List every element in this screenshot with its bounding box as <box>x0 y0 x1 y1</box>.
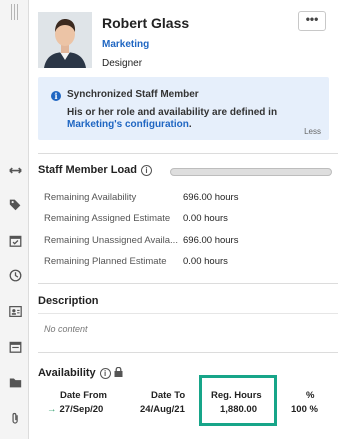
description-title: Description <box>38 295 99 307</box>
department-link[interactable]: Marketing <box>102 39 149 50</box>
info-title: Synchronized Staff Member <box>67 89 199 100</box>
load-row-label: Remaining Assigned Estimate <box>44 213 171 224</box>
calendar-icon[interactable] <box>7 338 23 354</box>
help-icon[interactable]: i <box>141 165 153 176</box>
staff-name: Robert Glass <box>102 15 190 31</box>
load-row-value: 0.00 hours <box>183 213 228 224</box>
avatar <box>38 12 92 68</box>
role-label: Designer <box>102 58 143 69</box>
availability-heading: Availability i <box>38 366 123 380</box>
arrow-right-icon: → <box>47 404 57 415</box>
load-row-label: Remaining Availability <box>44 192 137 203</box>
tag-icon[interactable] <box>7 196 23 212</box>
help-icon[interactable]: i <box>99 368 111 379</box>
load-row-value: 0.00 hours <box>183 256 228 267</box>
lock-icon <box>114 366 123 380</box>
divider <box>38 153 338 154</box>
staff-load-heading: Staff Member Load i <box>38 164 153 176</box>
less-toggle[interactable]: Less <box>304 127 321 136</box>
staff-load-title: Staff Member Load <box>38 164 138 176</box>
drag-handle-icon[interactable] <box>10 4 20 20</box>
calendar-check-icon[interactable] <box>7 232 23 248</box>
info-icon: i <box>51 91 61 101</box>
info-message-suffix: . <box>188 119 192 130</box>
load-row-label: Remaining Planned Estimate <box>44 256 167 267</box>
left-toolbar <box>0 0 29 439</box>
synchronized-info-banner: i Synchronized Staff Member His or her r… <box>38 77 329 140</box>
date-from-value: 27/Sep/20 <box>59 404 104 415</box>
load-progress-bar <box>170 168 332 176</box>
contact-card-icon[interactable] <box>7 303 23 319</box>
load-row-label: Remaining Unassigned Availa... <box>44 235 178 246</box>
paperclip-icon[interactable] <box>7 410 23 426</box>
column-percent: % <box>306 390 315 401</box>
divider <box>38 283 338 284</box>
column-date-from: Date From <box>60 390 107 401</box>
load-row-value: 696.00 hours <box>183 192 239 203</box>
date-to-value: 24/Aug/21 <box>140 404 185 415</box>
resize-handle-icon[interactable] <box>7 162 23 178</box>
column-date-to: Date To <box>151 390 186 401</box>
divider <box>38 313 338 314</box>
description-content: No content <box>44 324 88 334</box>
more-options-button[interactable]: ••• <box>298 11 326 31</box>
info-message-line2: Marketing's configuration. <box>67 119 192 130</box>
folder-icon[interactable] <box>7 374 23 390</box>
clock-icon[interactable] <box>7 267 23 283</box>
availability-date-from: → 27/Sep/20 <box>47 404 103 415</box>
reg-hours-highlight <box>199 375 277 426</box>
configuration-link[interactable]: Marketing's configuration <box>67 119 189 130</box>
load-row-value: 696.00 hours <box>183 235 239 246</box>
percent-value: 100 % <box>291 404 318 415</box>
divider <box>38 352 338 353</box>
info-message: His or her role and availability are def… <box>67 107 278 118</box>
availability-title: Availability <box>38 367 96 379</box>
